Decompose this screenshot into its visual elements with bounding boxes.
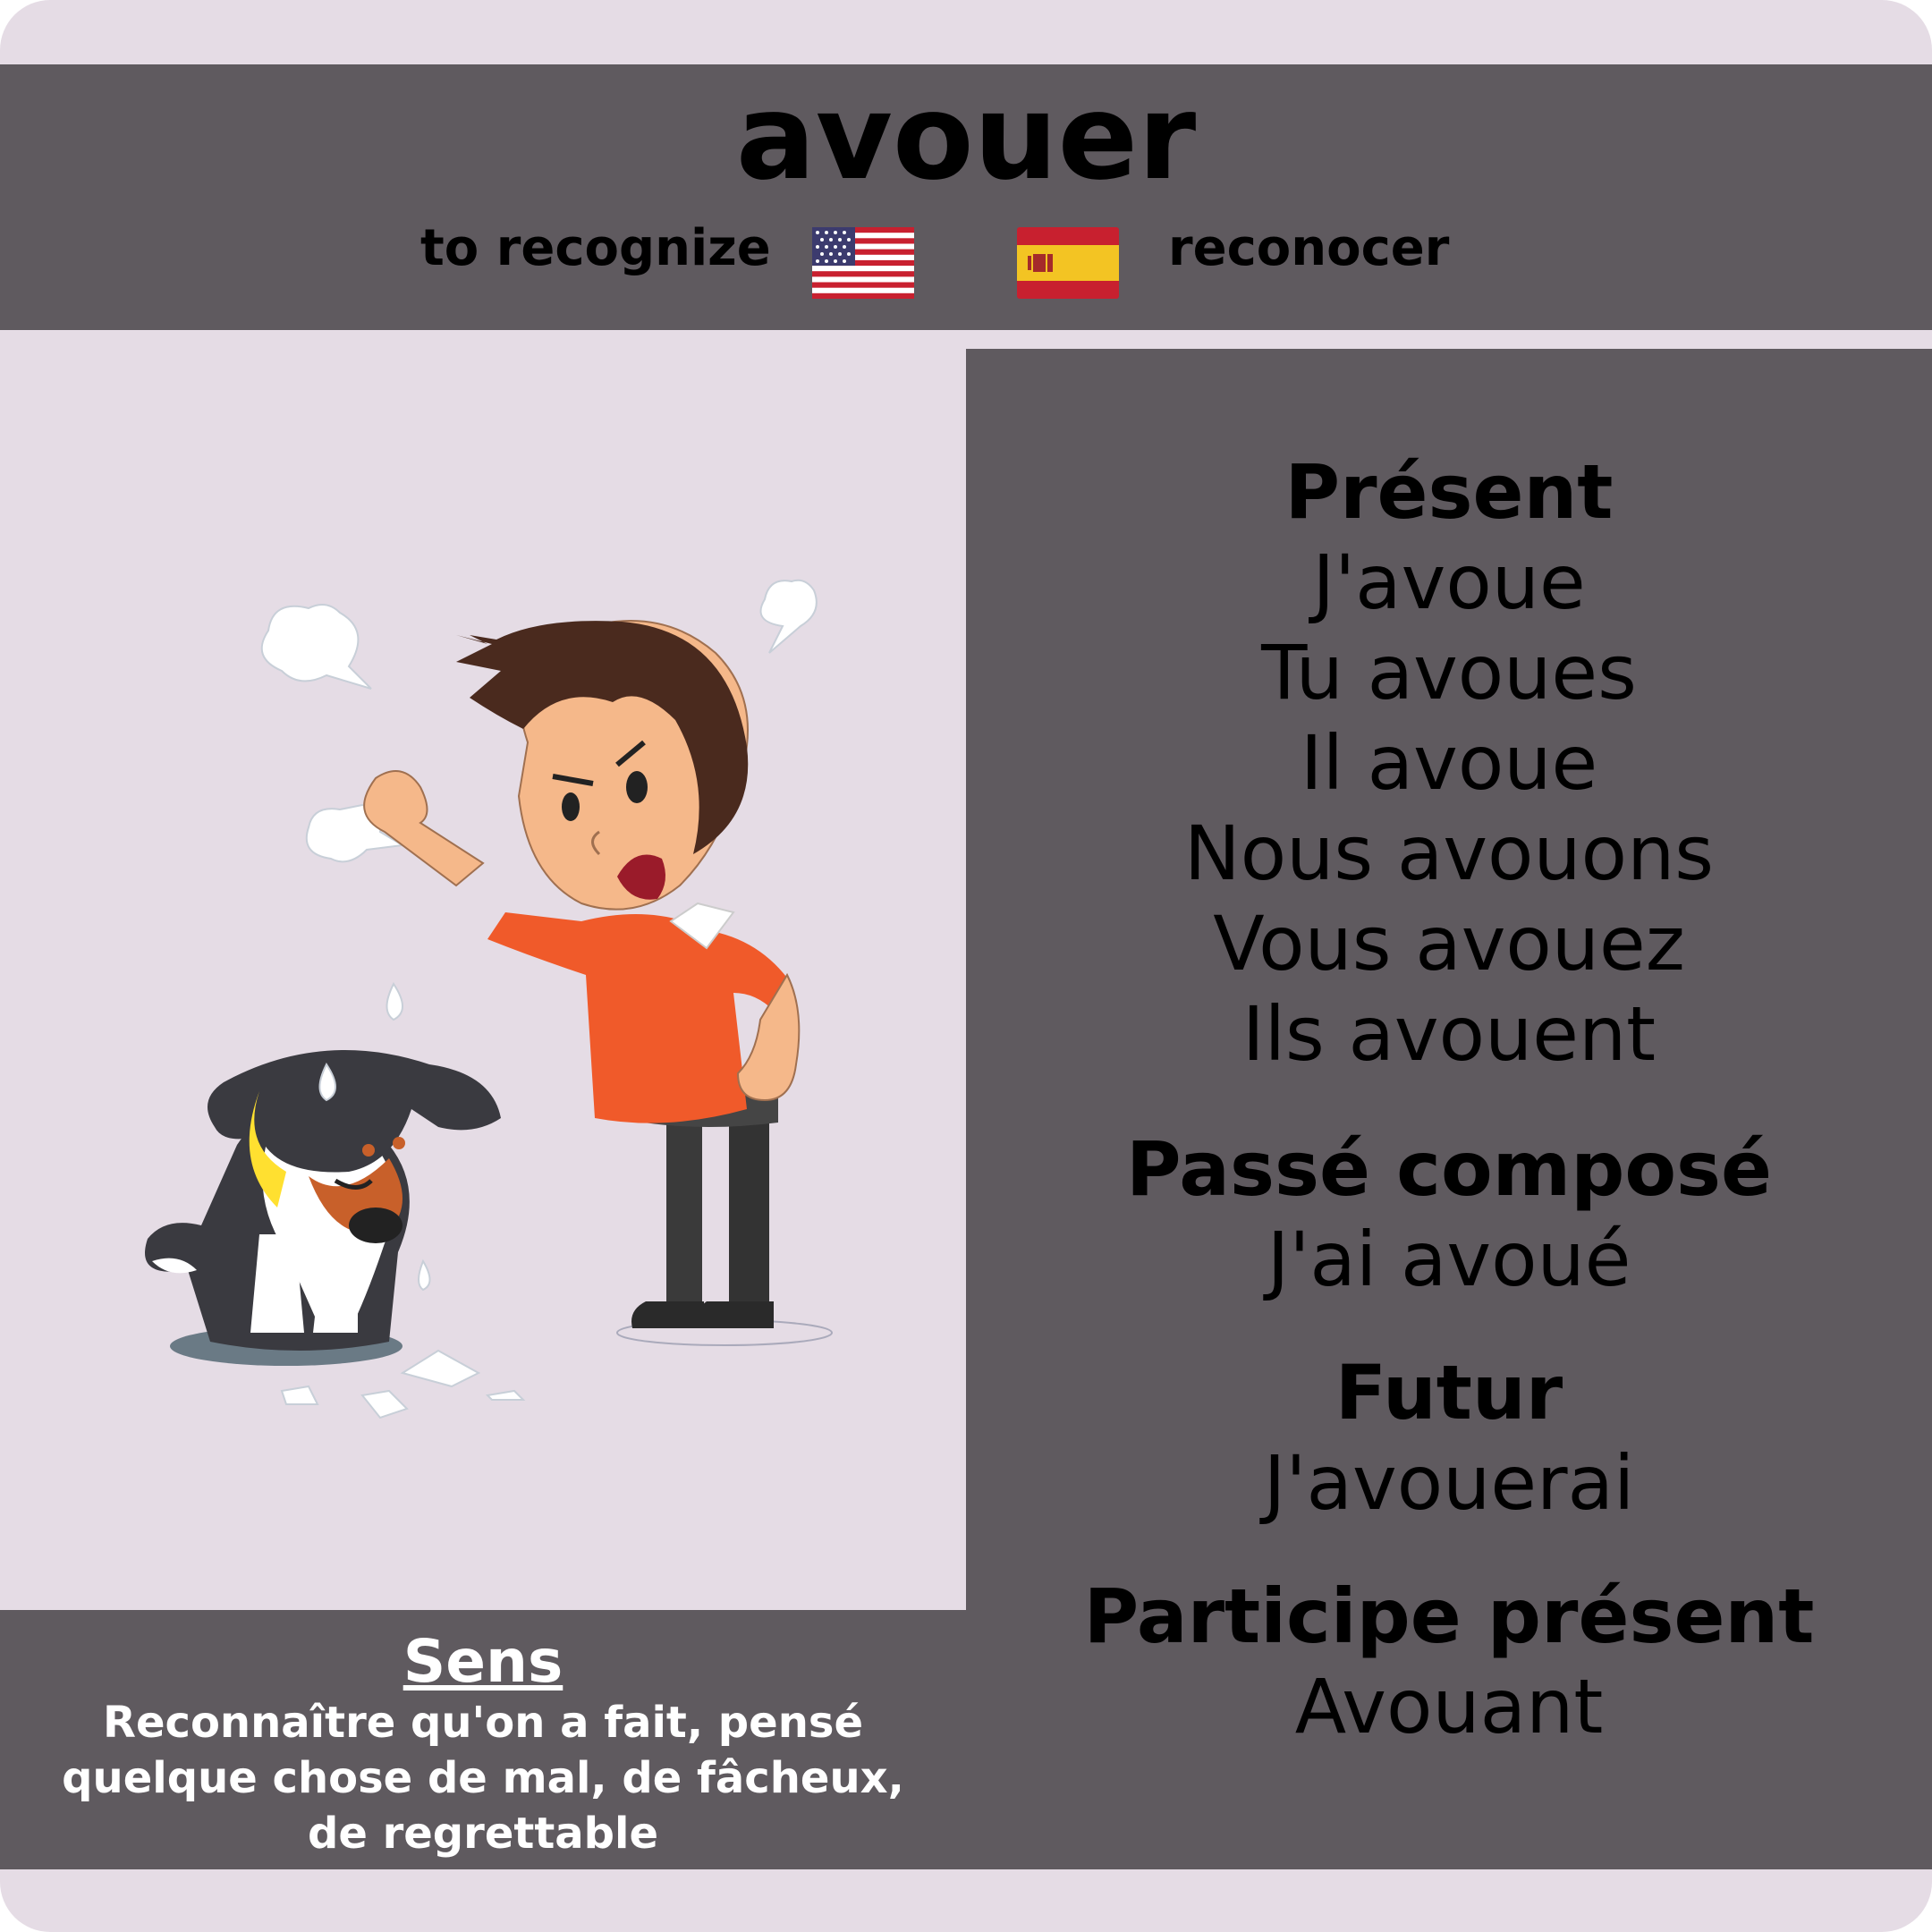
english-translation: to recognize — [420, 219, 771, 277]
futur-heading: Futur — [1335, 1349, 1563, 1436]
meaning-text: Reconnaître qu'on a fait, pensé quelque … — [62, 1698, 904, 1859]
present-heading: Présent — [1284, 448, 1614, 536]
participe-present-heading: Participe présent — [1083, 1572, 1815, 1660]
present-form-il: Il avoue — [1300, 719, 1598, 807]
present-form-nous: Nous avouons — [1183, 809, 1715, 897]
spain-flag-icon — [1017, 227, 1119, 299]
present-section: Présent J'avoue Tu avoues Il avoue Nous … — [966, 447, 1932, 1080]
participe-present-form: Avouant — [1294, 1663, 1604, 1750]
present-form-tu: Tu avoues — [1261, 629, 1637, 716]
angry-man-scolding-dog-illustration — [145, 579, 833, 1419]
passe-compose-heading: Passé composé — [1125, 1125, 1773, 1213]
flashcard: avouer to recognize reconocer Présent J'… — [0, 0, 1932, 1932]
participe-present-section: Participe présent Avouant — [966, 1572, 1932, 1752]
futur-section: Futur J'avouerai — [966, 1348, 1932, 1529]
futur-form: J'avouerai — [1263, 1439, 1635, 1527]
meaning-panel: Sens Reconnaître qu'on a fait, pensé que… — [0, 1610, 966, 1869]
meaning-heading: Sens — [402, 1627, 564, 1696]
passe-compose-section: Passé composé J'ai avoué — [966, 1124, 1932, 1305]
verb-title: avouer — [735, 69, 1197, 207]
present-form-je: J'avoue — [1312, 538, 1586, 626]
us-flag-icon — [812, 227, 914, 299]
passe-compose-form: J'ai avoué — [1267, 1216, 1631, 1303]
present-form-vous: Vous avouez — [1213, 900, 1685, 987]
spanish-translation: reconocer — [1168, 219, 1450, 277]
present-form-ils: Ils avouent — [1241, 990, 1657, 1078]
